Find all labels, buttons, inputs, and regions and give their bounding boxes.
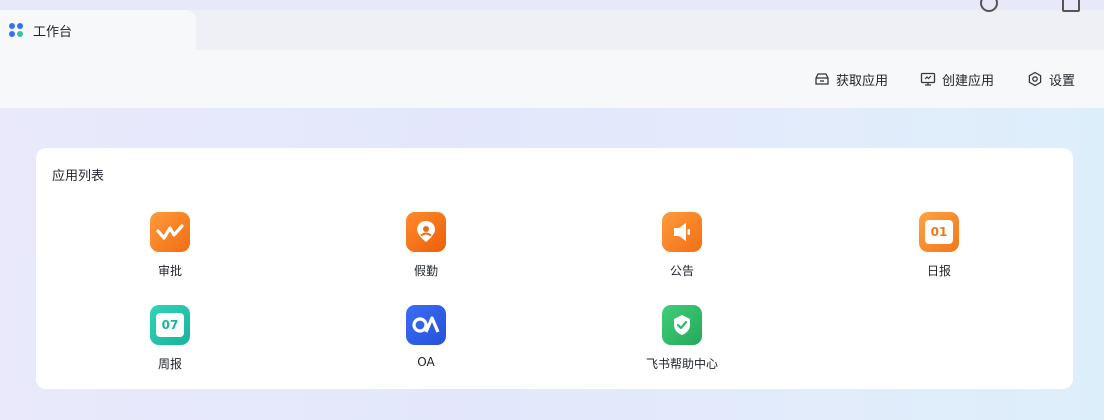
app-label: OA (417, 355, 435, 369)
help-icon[interactable] (980, 0, 998, 12)
monitor-icon (920, 72, 936, 86)
calendar-01-icon: 01 (919, 212, 959, 252)
app-label: 假勤 (413, 264, 438, 278)
gear-icon (1028, 71, 1042, 87)
store-icon (815, 73, 829, 85)
app-announcement[interactable]: 公告 (622, 212, 742, 282)
app-label: 公告 (669, 264, 694, 278)
toolbar: 获取应用 创建应用 设置 (0, 50, 1104, 108)
app-label: 审批 (157, 264, 182, 278)
app-feishu-help-center[interactable]: 飞书帮助中心 (622, 305, 742, 375)
window-top-strip (0, 0, 1104, 12)
location-pin-icon (406, 212, 446, 252)
tab-title: 工作台 (33, 24, 73, 40)
oa-icon (406, 305, 446, 345)
app-daily-report[interactable]: 01 日报 (879, 212, 999, 282)
settings-button[interactable]: 设置 (1027, 71, 1076, 89)
check-shield-icon (662, 305, 702, 345)
settings-label: 设置 (1049, 73, 1076, 89)
speaker-icon (662, 212, 702, 252)
app-oa[interactable]: OA (366, 305, 486, 375)
app-weekly-report[interactable]: 07 周报 (110, 305, 230, 375)
app-list-title: 应用列表 (52, 169, 105, 184)
window-titlebar: 工作台 (0, 0, 1104, 50)
workbench-logo-icon (9, 23, 23, 37)
app-list-card: 应用列表 审批 假勤 公告 01 日报 07 周报 OA 飞书帮助中心 (36, 148, 1073, 389)
calendar-07-icon: 07 (150, 305, 190, 345)
app-label: 飞书帮助中心 (645, 357, 718, 371)
app-label: 周报 (157, 357, 182, 371)
create-app-label: 创建应用 (942, 73, 995, 89)
get-apps-button[interactable]: 获取应用 (814, 71, 889, 89)
app-attendance[interactable]: 假勤 (366, 212, 486, 282)
app-approval[interactable]: 审批 (110, 212, 230, 282)
create-app-button[interactable]: 创建应用 (920, 71, 995, 89)
window-control-icon[interactable] (1062, 0, 1080, 12)
tab-workbench[interactable]: 工作台 (0, 10, 196, 50)
app-label: 日报 (926, 264, 951, 278)
approval-icon (150, 212, 190, 252)
get-apps-label: 获取应用 (836, 73, 889, 89)
